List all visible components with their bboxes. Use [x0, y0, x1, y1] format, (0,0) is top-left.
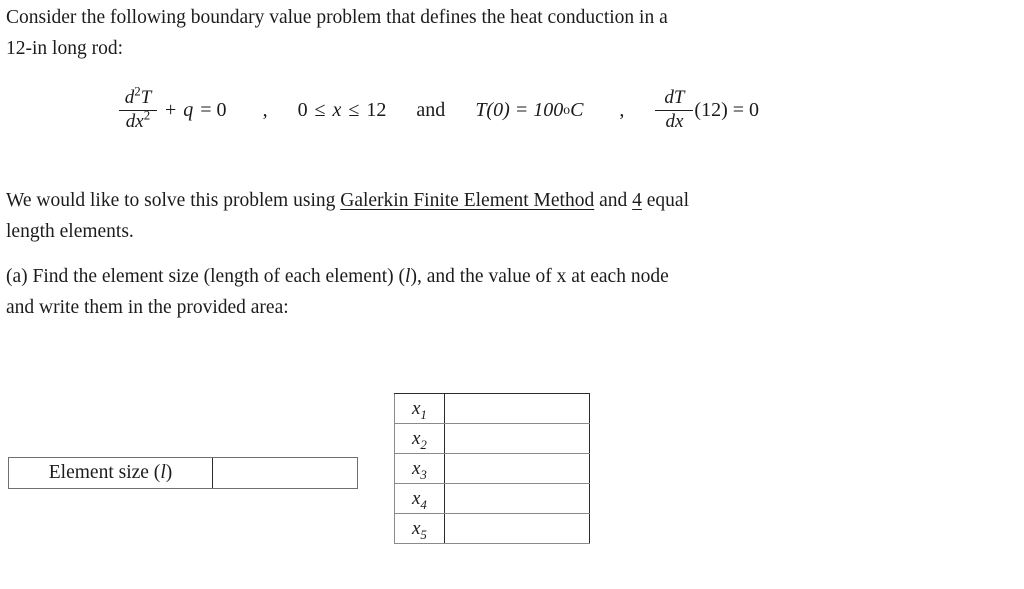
first-derivative-fraction: dT dx	[655, 87, 694, 133]
question-a-text-part-2: ), and the value of x at each node	[410, 266, 669, 287]
node-label-x5: x5	[394, 513, 445, 544]
method-text-part-1: We would like to solve this problem usin…	[6, 190, 341, 211]
plus-operator: +	[165, 98, 177, 121]
equation-comma-1: ,	[262, 98, 268, 121]
element-size-input[interactable]	[213, 458, 357, 488]
node-value-input-x1[interactable]	[444, 393, 591, 424]
element-size-label-text: Element size (	[48, 462, 161, 483]
method-paragraph: We would like to solve this problem usin…	[6, 185, 992, 247]
boundary-condition-1: T(0) = 100	[475, 98, 564, 121]
node-label-subscript: 5	[420, 526, 427, 542]
node-label-x1: x1	[394, 393, 445, 424]
intro-line-1: Consider the following boundary value pr…	[6, 7, 668, 28]
source-term-q: q	[183, 98, 194, 121]
numerator-d: d	[664, 87, 674, 108]
equation-comma-2: ,	[619, 98, 625, 121]
numerator-T: T	[140, 87, 152, 108]
boundary-condition-2: (12) = 0	[694, 98, 760, 121]
table-row: x5	[394, 513, 591, 544]
question-a-line-2: and write them in the provided area:	[6, 297, 289, 318]
table-row: x3	[394, 453, 591, 484]
node-label-subscript: 3	[420, 466, 427, 482]
question-a-paragraph: (a) Find the element size (length of eac…	[6, 261, 994, 323]
element-size-answer-box: Element size (l)	[8, 457, 358, 489]
table-row: x4	[394, 483, 591, 514]
intro-paragraph: Consider the following boundary value pr…	[6, 2, 992, 64]
method-line-1: We would like to solve this problem usin…	[6, 185, 992, 216]
method-text-part-2: and	[594, 190, 633, 211]
element-size-label: Element size (l)	[9, 458, 213, 488]
display-equation: d2T dx2 + q = 0 , 0 ≤ x ≤ 12 and T(0) = …	[118, 85, 760, 133]
fraction-denominator: dx2	[123, 109, 153, 133]
node-label-subscript: 1	[420, 406, 427, 422]
domain-variable-x: x	[332, 98, 342, 121]
table-row: x1	[394, 393, 591, 424]
denominator-d: d	[125, 110, 136, 132]
numerator-d: d	[124, 87, 135, 108]
second-derivative-fraction: d2T dx2	[119, 85, 157, 133]
fraction-numerator: d2T	[122, 85, 155, 110]
document-page: Consider the following boundary value pr…	[0, 0, 1024, 589]
node-label-x2: x2	[394, 423, 445, 454]
node-value-input-x5[interactable]	[444, 513, 591, 544]
denominator-x: x	[674, 110, 684, 132]
less-equal-1: ≤	[314, 98, 326, 121]
table-row: x2	[394, 423, 591, 454]
denominator-d: d	[665, 110, 675, 132]
fraction-denominator: dx	[662, 111, 686, 133]
intro-line-2: 12-in long rod:	[6, 38, 123, 59]
node-value-input-x4[interactable]	[444, 483, 591, 514]
method-text-part-3: equal	[641, 190, 689, 211]
method-name-underlined: Galerkin Finite Element Method	[340, 190, 595, 211]
node-label-subscript: 2	[420, 436, 427, 452]
and-conjunction: and	[416, 98, 446, 121]
element-count-underlined: 4	[632, 190, 642, 211]
node-value-input-x3[interactable]	[444, 453, 591, 484]
method-line-2: length elements.	[6, 221, 134, 242]
denominator-x: x	[135, 110, 144, 132]
question-a-line-1: (a) Find the element size (length of eac…	[6, 261, 994, 292]
node-table-body: x1 x2 x3 x4 x5	[394, 393, 591, 544]
node-label-x4: x4	[394, 483, 445, 514]
equals-zero: = 0	[200, 98, 227, 121]
domain-upper-bound: 12	[366, 98, 387, 121]
node-coordinates-table: x1 x2 x3 x4 x5	[394, 393, 591, 544]
numerator-T: T	[673, 87, 685, 108]
denominator-exponent: 2	[143, 107, 151, 123]
less-equal-2: ≤	[348, 98, 360, 121]
question-a-text-part-1: (a) Find the element size (length of eac…	[6, 266, 406, 287]
domain-lower-bound: 0	[297, 98, 308, 121]
node-label-x3: x3	[394, 453, 445, 484]
celsius-unit: C	[570, 98, 584, 121]
node-label-subscript: 4	[420, 496, 427, 512]
node-value-input-x2[interactable]	[444, 423, 591, 454]
element-size-label-close: )	[165, 462, 173, 483]
fraction-numerator: dT	[661, 87, 687, 110]
